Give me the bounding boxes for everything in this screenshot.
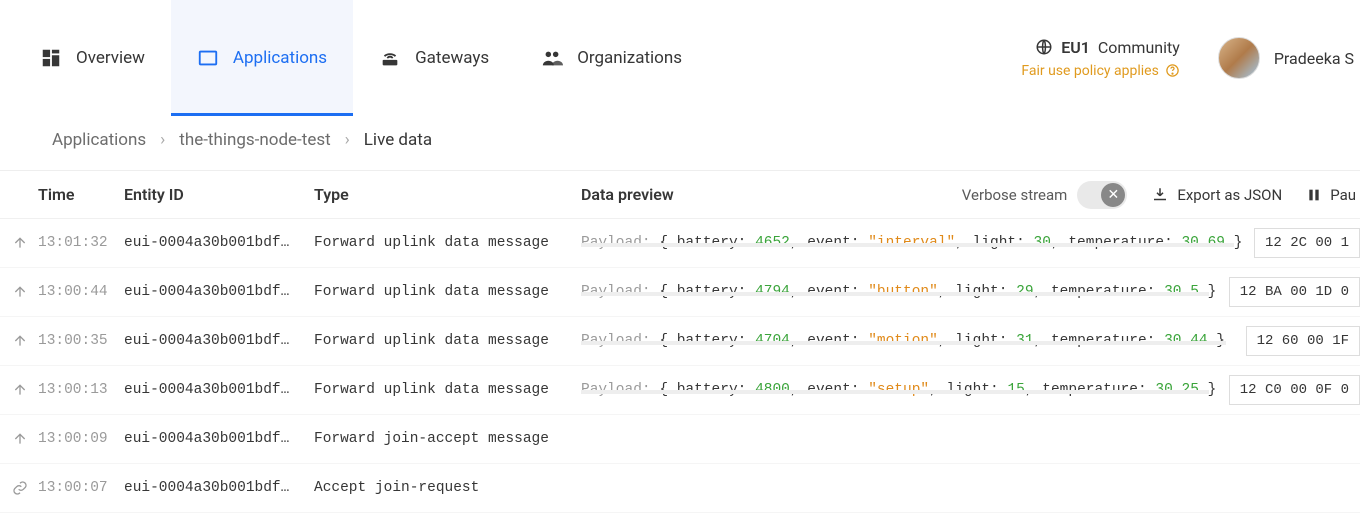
table-row[interactable]: 13:00:35eui-0004a30b001bdf…Forward uplin… <box>0 317 1360 366</box>
col-time: Time <box>38 185 124 204</box>
cluster-info[interactable]: EU1 Community Fair use policy applies <box>1021 38 1189 79</box>
breadcrumb-root[interactable]: Applications <box>52 130 146 150</box>
row-type: Forward uplink data message <box>314 284 581 300</box>
breadcrumb-app[interactable]: the-things-node-test <box>179 130 330 150</box>
row-preview: Payload: { battery: 4800, event: "setup"… <box>581 382 1219 398</box>
row-entity-id: eui-0004a30b001bdf… <box>124 333 314 349</box>
table-row[interactable]: 13:00:44eui-0004a30b001bdf…Forward uplin… <box>0 268 1360 317</box>
breadcrumb: Applications › the-things-node-test › Li… <box>0 116 1360 171</box>
main-nav: Overview Applications Gateways Organizat… <box>0 0 708 116</box>
topbar-right: EU1 Community Fair use policy applies Pr… <box>1021 0 1360 116</box>
dashboard-icon <box>40 47 62 69</box>
globe-icon <box>1035 38 1053 56</box>
nav-organizations[interactable]: Organizations <box>515 0 708 116</box>
nav-gateways-label: Gateways <box>415 48 489 68</box>
cluster-tag: Community <box>1098 38 1180 57</box>
uplink-icon <box>12 284 38 300</box>
row-type: Accept join-request <box>314 480 581 496</box>
table-row[interactable]: 13:01:32eui-0004a30b001bdf…Forward uplin… <box>0 219 1360 268</box>
col-preview: Data preview <box>581 185 962 204</box>
close-icon: ✕ <box>1101 183 1125 207</box>
table-header: Time Entity ID Type Data preview Verbose… <box>0 171 1360 219</box>
export-json-button[interactable]: Export as JSON <box>1151 186 1282 204</box>
nav-applications-label: Applications <box>233 48 327 68</box>
verbose-label: Verbose stream <box>962 186 1068 204</box>
row-time: 13:00:09 <box>38 431 124 447</box>
nav-organizations-label: Organizations <box>577 48 682 68</box>
row-time: 13:00:44 <box>38 284 124 300</box>
export-label: Export as JSON <box>1177 186 1282 204</box>
nav-applications[interactable]: Applications <box>171 0 353 116</box>
row-time: 13:00:07 <box>38 480 124 496</box>
hex-payload[interactable]: 12 60 00 1F <box>1246 326 1360 356</box>
table-row[interactable]: 13:00:07eui-0004a30b001bdf…Accept join-r… <box>0 464 1360 513</box>
hex-payload[interactable]: 12 C0 00 0F 0 <box>1229 375 1360 405</box>
row-preview: Payload: { battery: 4652, event: "interv… <box>581 235 1244 251</box>
organization-icon <box>541 47 563 69</box>
download-icon <box>1151 186 1169 204</box>
gateway-icon <box>379 47 401 69</box>
row-entity-id: eui-0004a30b001bdf… <box>124 431 314 447</box>
col-entity: Entity ID <box>124 185 314 204</box>
row-time: 13:01:32 <box>38 235 124 251</box>
row-entity-id: eui-0004a30b001bdf… <box>124 284 314 300</box>
uplink-icon <box>12 333 38 349</box>
fair-use-link[interactable]: Fair use policy applies <box>1021 63 1179 79</box>
row-time: 13:00:13 <box>38 382 124 398</box>
fair-use-label: Fair use policy applies <box>1021 63 1158 79</box>
row-entity-id: eui-0004a30b001bdf… <box>124 235 314 251</box>
help-icon <box>1165 63 1180 78</box>
row-type: Forward uplink data message <box>314 382 581 398</box>
toolbar-actions: Verbose stream ✕ Export as JSON Pau <box>962 181 1356 209</box>
nav-overview-label: Overview <box>76 48 145 68</box>
table-row[interactable]: 13:00:13eui-0004a30b001bdf…Forward uplin… <box>0 366 1360 415</box>
user-menu[interactable]: Pradeeka S <box>1218 37 1354 79</box>
row-type: Forward uplink data message <box>314 333 581 349</box>
row-type: Forward join-accept message <box>314 431 581 447</box>
table-row[interactable]: 13:00:09eui-0004a30b001bdf…Forward join-… <box>0 415 1360 464</box>
avatar <box>1218 37 1260 79</box>
application-icon <box>197 47 219 69</box>
row-entity-id: eui-0004a30b001bdf… <box>124 382 314 398</box>
row-time: 13:00:35 <box>38 333 124 349</box>
pause-button[interactable]: Pau <box>1306 186 1356 204</box>
pause-label: Pau <box>1330 186 1356 204</box>
username: Pradeeka S <box>1274 49 1354 68</box>
nav-overview[interactable]: Overview <box>14 0 171 116</box>
hex-payload[interactable]: 12 BA 00 1D 0 <box>1229 277 1360 307</box>
topbar: Overview Applications Gateways Organizat… <box>0 0 1360 116</box>
col-type: Type <box>314 185 581 204</box>
uplink-icon <box>12 235 38 251</box>
link-icon <box>12 480 38 496</box>
uplink-icon <box>12 431 38 447</box>
hex-payload[interactable]: 12 2C 00 1 <box>1254 228 1360 258</box>
toggle-switch[interactable]: ✕ <box>1077 181 1127 209</box>
nav-gateways[interactable]: Gateways <box>353 0 515 116</box>
breadcrumb-page: Live data <box>364 130 432 150</box>
row-type: Forward uplink data message <box>314 235 581 251</box>
chevron-right-icon: › <box>160 130 165 150</box>
uplink-icon <box>12 382 38 398</box>
verbose-stream-toggle[interactable]: Verbose stream ✕ <box>962 181 1128 209</box>
pause-icon <box>1306 187 1322 203</box>
data-rows: 13:01:32eui-0004a30b001bdf…Forward uplin… <box>0 219 1360 513</box>
cluster-name: EU1 <box>1061 38 1090 57</box>
row-entity-id: eui-0004a30b001bdf… <box>124 480 314 496</box>
cluster-name-line: EU1 Community <box>1035 38 1180 57</box>
row-preview: Payload: { battery: 4794, event: "button… <box>581 284 1219 300</box>
chevron-right-icon: › <box>345 130 350 150</box>
row-preview: Payload: { battery: 4704, event: "motion… <box>581 333 1236 349</box>
